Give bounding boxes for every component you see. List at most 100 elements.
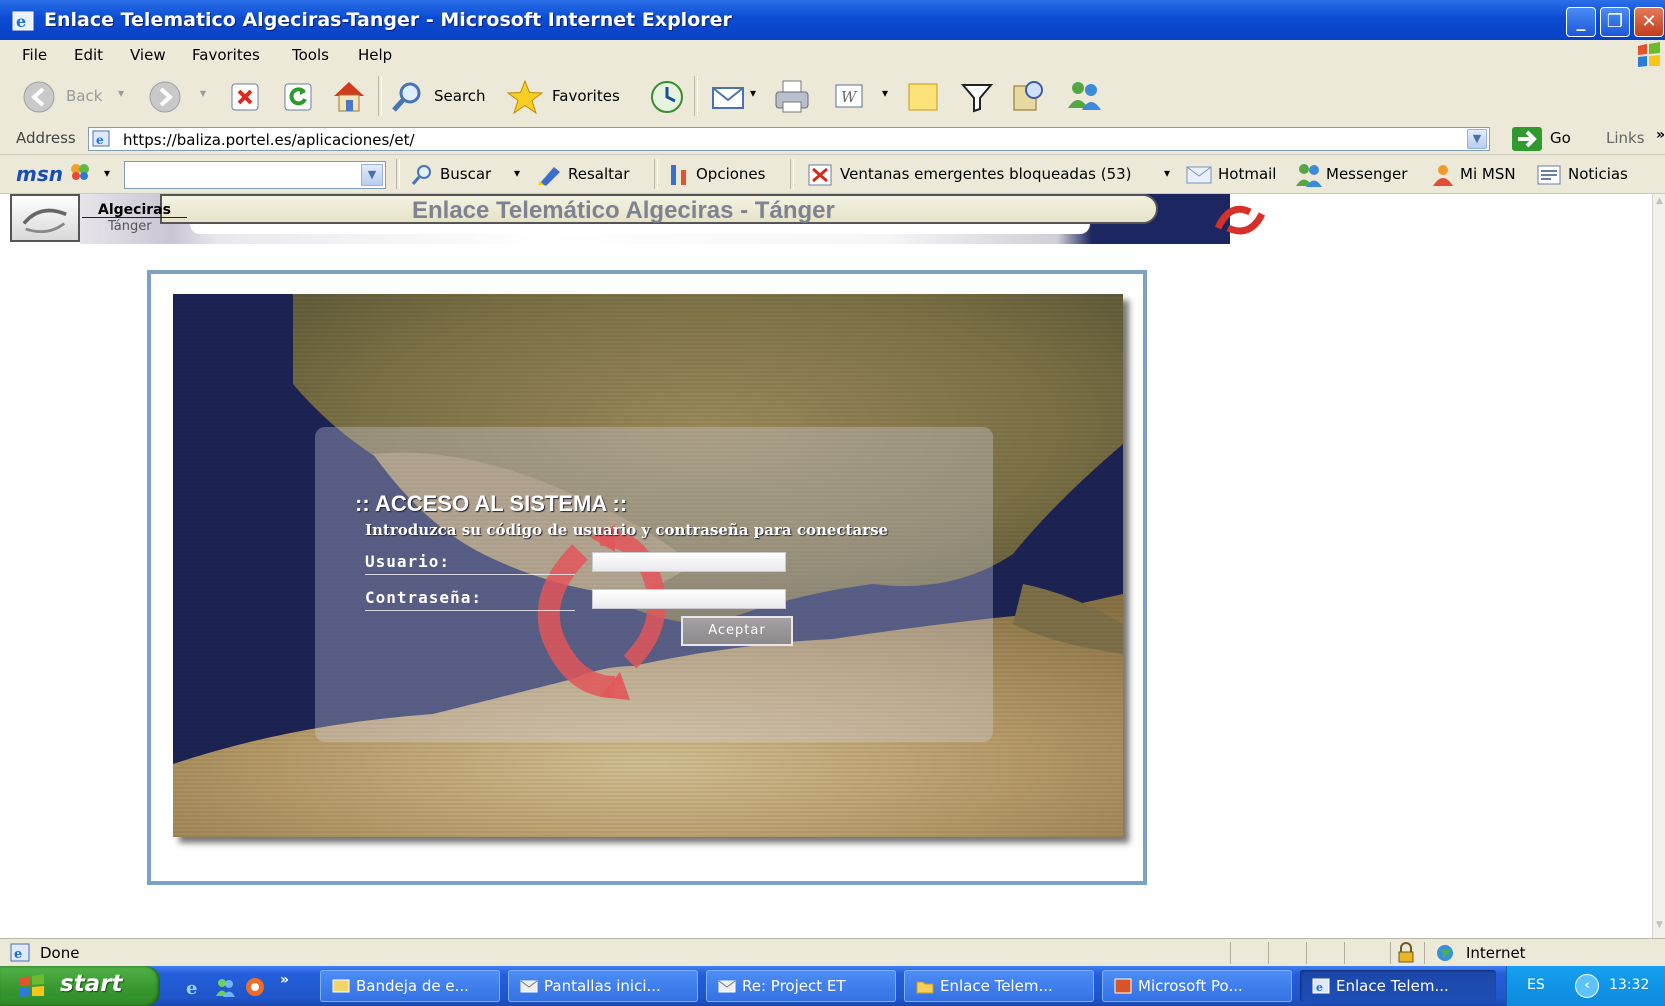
logo-text-tanger: Tánger: [108, 219, 152, 234]
login-heading: :: ACCESO AL SISTEMA ::: [355, 491, 628, 516]
msn-separator: [654, 159, 658, 189]
search-label[interactable]: Search: [434, 87, 486, 105]
noticias-button[interactable]: Noticias: [1568, 165, 1628, 183]
hotmail-button[interactable]: Hotmail: [1218, 165, 1276, 183]
hotmail-icon[interactable]: [1186, 165, 1214, 185]
print-icon[interactable]: [772, 78, 812, 116]
quicklaunch-more-icon[interactable]: »: [280, 972, 289, 988]
close-button[interactable]: ✕: [1634, 7, 1664, 37]
aceptar-button[interactable]: Aceptar: [681, 616, 793, 646]
edit-word-icon[interactable]: W: [834, 82, 864, 110]
back-label[interactable]: Back: [66, 87, 102, 105]
scroll-up-icon[interactable]: ▲: [1654, 196, 1665, 208]
edit-dropdown-icon[interactable]: ▾: [882, 86, 888, 100]
buscar-icon[interactable]: [410, 163, 434, 187]
messenger-icon[interactable]: [1294, 161, 1324, 189]
back-dropdown-icon[interactable]: ▾: [118, 86, 124, 100]
favorites-label[interactable]: Favorites: [552, 87, 620, 105]
favorites-star-icon[interactable]: [506, 78, 544, 116]
back-arrow-icon[interactable]: [22, 80, 56, 114]
msn-butterfly-icon: [71, 164, 89, 180]
popup-blocked-icon[interactable]: [808, 164, 832, 186]
address-input[interactable]: e https://baliza.portel.es/aplicaciones/…: [88, 127, 1490, 151]
task-label: Bandeja de e...: [356, 977, 469, 995]
quicklaunch-media-icon[interactable]: [244, 976, 266, 998]
security-zone: Internet: [1466, 944, 1526, 962]
scroll-down-icon[interactable]: ▼: [1654, 920, 1665, 932]
messenger-button[interactable]: Messenger: [1326, 165, 1407, 183]
menu-edit[interactable]: Edit: [74, 46, 103, 64]
forward-dropdown-icon[interactable]: ▾: [200, 86, 206, 100]
mi-msn-icon[interactable]: [1430, 162, 1456, 188]
msn-logo[interactable]: msn: [16, 162, 63, 186]
task-label: Enlace Telem...: [1336, 977, 1449, 995]
quicklaunch-ie-icon[interactable]: e: [184, 976, 206, 998]
home-icon[interactable]: [330, 78, 368, 114]
svg-text:e: e: [1316, 981, 1323, 994]
menu-view[interactable]: View: [130, 46, 166, 64]
task-button-powerpoint[interactable]: Microsoft Po...: [1102, 970, 1292, 1002]
buscar-button[interactable]: Buscar: [440, 165, 491, 183]
resaltar-button[interactable]: Resaltar: [568, 165, 629, 183]
password-input[interactable]: [592, 589, 786, 609]
filter-icon[interactable]: [960, 80, 994, 114]
svg-text:e: e: [186, 978, 197, 998]
minimize-button[interactable]: _: [1566, 7, 1596, 37]
mail-dropdown-icon[interactable]: ▾: [750, 86, 756, 100]
status-divider: [1230, 942, 1231, 964]
menu-favorites[interactable]: Favorites: [192, 46, 260, 64]
language-indicator[interactable]: ES: [1527, 977, 1545, 993]
page-ie-icon: e: [92, 130, 110, 147]
menu-tools[interactable]: Tools: [292, 46, 329, 64]
options-icon[interactable]: [668, 162, 692, 188]
task-button-bandeja[interactable]: Bandeja de e...: [320, 970, 500, 1002]
tray-expand-icon[interactable]: ‹: [1575, 974, 1599, 998]
stop-icon[interactable]: [230, 82, 260, 112]
menu-help[interactable]: Help: [358, 46, 392, 64]
logo-divider: [82, 217, 187, 218]
mail-message-icon: [520, 980, 538, 993]
popups-blocked-button[interactable]: Ventanas emergentes bloqueadas (53): [840, 165, 1132, 183]
restore-button[interactable]: ❐: [1600, 7, 1630, 37]
lock-icon: [1398, 942, 1414, 963]
forward-arrow-icon[interactable]: [148, 80, 182, 114]
banner-arrows-icon: [1214, 205, 1266, 235]
task-button-re-project[interactable]: Re: Project ET: [706, 970, 896, 1002]
opciones-button[interactable]: Opciones: [696, 165, 765, 183]
messenger-toolbar-icon[interactable]: [1064, 78, 1104, 114]
logo-swirl-icon: [22, 208, 67, 234]
discuss-note-icon[interactable]: [906, 80, 942, 114]
links-label[interactable]: Links: [1606, 129, 1645, 147]
vertical-scrollbar[interactable]: ▲ ▼: [1652, 194, 1665, 938]
task-button-enlace-folder[interactable]: Enlace Telem...: [904, 970, 1094, 1002]
links-more-icon[interactable]: »: [1656, 127, 1665, 143]
refresh-icon[interactable]: [283, 82, 313, 112]
buscar-dropdown-icon[interactable]: ▾: [514, 166, 520, 180]
mi-msn-button[interactable]: Mi MSN: [1460, 165, 1516, 183]
go-button[interactable]: Go: [1550, 129, 1571, 147]
search-icon[interactable]: [390, 80, 424, 114]
windows-flag-icon: [1638, 42, 1660, 67]
research-icon[interactable]: [1010, 78, 1046, 114]
highlighter-icon[interactable]: [536, 163, 564, 187]
quicklaunch-messenger-icon[interactable]: [214, 976, 236, 998]
start-button[interactable]: start: [0, 966, 160, 1006]
address-bar: Address e https://baliza.portel.es/aplic…: [0, 124, 1665, 155]
address-dropdown-icon[interactable]: ▼: [1467, 129, 1487, 149]
username-input[interactable]: [592, 552, 786, 572]
history-icon[interactable]: [648, 79, 686, 115]
folder-icon: [916, 981, 934, 994]
news-icon[interactable]: [1536, 164, 1562, 186]
msn-menu-dropdown-icon[interactable]: ▾: [104, 166, 110, 180]
internet-globe-icon: [1437, 945, 1453, 961]
msn-toolbar: msn ▾ ▼ Buscar ▾ Resaltar Opciones Venta…: [0, 155, 1665, 194]
task-button-pantallas[interactable]: Pantallas inici...: [508, 970, 698, 1002]
menu-bar: File Edit View Favorites Tools Help: [0, 40, 1665, 71]
popups-dropdown-icon[interactable]: ▾: [1164, 166, 1170, 180]
mail-icon[interactable]: [710, 80, 748, 114]
msn-search-input[interactable]: ▼: [124, 161, 386, 189]
msn-search-dropdown-icon[interactable]: ▼: [361, 164, 383, 186]
go-arrow-icon[interactable]: [1512, 127, 1542, 151]
task-button-enlace-ie[interactable]: e Enlace Telem...: [1300, 970, 1496, 1002]
menu-file[interactable]: File: [22, 46, 47, 64]
